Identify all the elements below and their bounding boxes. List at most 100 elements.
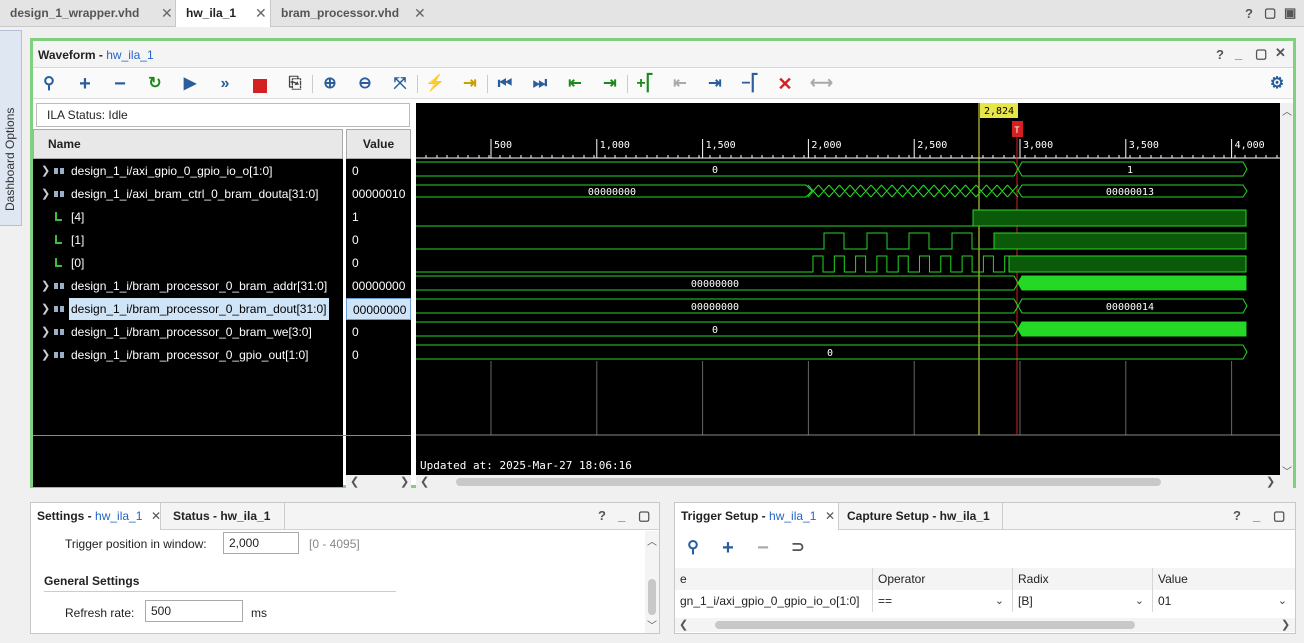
scroll-down-icon[interactable]: ﹀ [647,617,657,632]
tab-bram-processor[interactable]: bram_processor.vhd [271,0,431,27]
add-icon[interactable]: + [718,538,738,558]
restore-icon[interactable]: ▢ [1264,6,1276,20]
add-icon[interactable]: + [75,74,95,94]
delete-marker-icon[interactable]: −⎡ [740,74,760,94]
expand-chevron-icon[interactable]: ❯ [41,298,50,320]
signal-row[interactable]: ❯ design_1_i/bram_processor_0_bram_we[3:0… [33,321,343,343]
tab-settings[interactable]: Settings - hw_ila_1 [31,503,161,530]
go-to-time-icon[interactable]: ⇥ [460,74,480,94]
go-to-end-icon[interactable]: ⏭ [530,74,550,94]
zoom-out-icon[interactable]: ⊖ [355,74,375,94]
dashboard-options-tab[interactable]: Dashboard Options [0,30,22,226]
stop-icon[interactable] [253,79,267,93]
close-icon[interactable]: ✕ [161,0,173,27]
signal-row-selected[interactable]: ❯ design_1_i/bram_processor_0_bram_dout[3… [33,298,343,320]
trigger-position-input[interactable]: 2,000 [223,532,299,554]
tab-capture-setup[interactable]: Capture Setup - hw_ila_1 [841,503,1003,530]
tab-link[interactable]: hw_ila_1 [95,509,142,523]
restore-icon[interactable]: ▢ [1255,47,1267,61]
signal-row[interactable]: ❯ design_1_i/axi_gpio_0_gpio_io_o[1:0] [33,160,343,182]
expand-chevron-icon[interactable]: ❯ [41,344,50,366]
minimize-icon[interactable]: _ [618,508,625,523]
scroll-down-icon[interactable]: ﹀ [1282,463,1292,478]
signal-row[interactable]: [1] [33,229,343,251]
scroll-up-icon[interactable]: ︿ [647,533,657,548]
minimize-icon[interactable]: _ [1235,47,1242,61]
run-trigger-icon[interactable]: ▶ [180,74,200,94]
scroll-thumb[interactable] [456,478,1161,486]
trigger-probe-name[interactable]: gn_1_i/axi_gpio_0_gpio_io_o[1:0] [675,590,873,612]
scroll-thumb[interactable] [715,621,1135,629]
next-transition-icon[interactable]: ⇥ [600,74,620,94]
radix-dropdown[interactable]: [B] ⌄ [1013,590,1153,612]
value-dropdown[interactable]: 01 ⌄ [1153,590,1295,612]
scroll-left-icon[interactable]: ❮ [350,475,359,488]
search-icon[interactable]: ⚲ [683,538,703,558]
scroll-up-icon[interactable]: ︿ [1282,103,1292,118]
next-marker-icon[interactable]: ⇥ [705,74,725,94]
tab-trigger-setup[interactable]: Trigger Setup - hw_ila_1 [675,503,839,530]
restore-icon[interactable]: ▢ [638,508,650,524]
go-to-start-icon[interactable]: ⏮ [495,74,515,94]
column-header-value[interactable]: Value [1153,568,1295,590]
condition-icon[interactable]: ⊃ [788,538,808,558]
expand-chevron-icon[interactable]: ❯ [41,275,50,297]
tab-link[interactable]: hw_ila_1 [769,509,816,523]
help-icon[interactable]: ? [598,508,606,523]
maximize-icon[interactable]: ▣ [1284,6,1296,20]
gear-icon[interactable]: ⚙ [1267,74,1287,94]
remove-icon[interactable]: − [110,74,130,94]
signal-row[interactable]: [0] [33,252,343,274]
previous-transition-icon[interactable]: ⇤ [565,74,585,94]
settings-scrollbar[interactable]: ︿ ﹀ [645,531,659,633]
help-icon[interactable]: ? [1245,7,1253,21]
close-icon[interactable]: ✕ [1275,46,1286,60]
value-column-header[interactable]: Value [346,129,411,159]
signal-row[interactable]: ❯ design_1_i/axi_bram_ctrl_0_bram_douta[3… [33,183,343,205]
scroll-right-icon[interactable]: ❯ [1281,618,1290,631]
time-tick-label: 3,000 [1023,140,1053,151]
search-icon[interactable]: ⚲ [39,74,59,94]
scroll-left-icon[interactable]: ❮ [420,475,429,488]
name-column-header[interactable]: Name [33,129,343,159]
zoom-fit-icon[interactable]: ⤧ [390,74,410,94]
signal-row[interactable]: [4] [33,206,343,228]
cursor-icon[interactable]: ⚡ [425,74,445,94]
help-icon[interactable]: ? [1233,508,1241,523]
close-icon[interactable]: ✕ [414,0,426,27]
expand-chevron-icon[interactable]: ❯ [41,183,50,205]
value-scrollbar[interactable]: ❮ ❯ [346,475,411,489]
tab-design-wrapper[interactable]: design_1_wrapper.vhd [0,0,175,27]
close-icon[interactable]: ✕ [151,509,161,523]
trigger-horizontal-scrollbar[interactable]: ❮ ❯ [675,618,1295,632]
column-header-operator[interactable]: Operator [873,568,1013,590]
signal-row[interactable]: ❯ design_1_i/bram_processor_0_gpio_out[1:… [33,344,343,366]
scroll-right-icon[interactable]: ❯ [1266,475,1275,488]
scroll-thumb[interactable] [648,579,656,615]
auto-rerun-icon[interactable]: ↻ [145,74,165,94]
add-marker-icon[interactable]: +⎡ [635,74,655,94]
waveform-canvas[interactable]: 500 1,000 1,500 2,000 2,500 3,000 3,500 4,000 2… [416,103,1280,475]
minimize-icon[interactable]: _ [1253,508,1260,523]
help-icon[interactable]: ? [1216,48,1224,62]
zoom-in-icon[interactable]: ⊕ [320,74,340,94]
expand-chevron-icon[interactable]: ❯ [41,321,50,343]
run-immediate-icon[interactable]: » [215,74,235,94]
column-header-name[interactable]: e [675,568,873,590]
scroll-right-icon[interactable]: ❯ [400,475,409,488]
tab-status[interactable]: Status - hw_ila_1 [167,503,285,530]
signal-row[interactable]: ❯ design_1_i/bram_processor_0_bram_addr[3… [33,275,343,297]
expand-chevron-icon[interactable]: ❯ [41,160,50,182]
refresh-rate-input[interactable]: 500 [145,600,243,622]
column-header-radix[interactable]: Radix [1013,568,1153,590]
close-icon[interactable]: ✕ [825,509,835,523]
operator-dropdown[interactable]: == ⌄ [873,590,1013,612]
delete-all-markers-icon[interactable]: ✕ [775,74,795,94]
restore-icon[interactable]: ▢ [1273,508,1285,524]
scroll-left-icon[interactable]: ❮ [679,618,688,631]
waveform-vertical-scrollbar[interactable]: ︿ ﹀ [1280,103,1293,489]
export-icon[interactable]: ⎘ [285,74,305,94]
waveform-title-link[interactable]: hw_ila_1 [106,48,153,62]
waveform-horizontal-scrollbar[interactable]: ❮ ❯ [416,475,1280,489]
close-icon[interactable]: ✕ [255,0,267,27]
